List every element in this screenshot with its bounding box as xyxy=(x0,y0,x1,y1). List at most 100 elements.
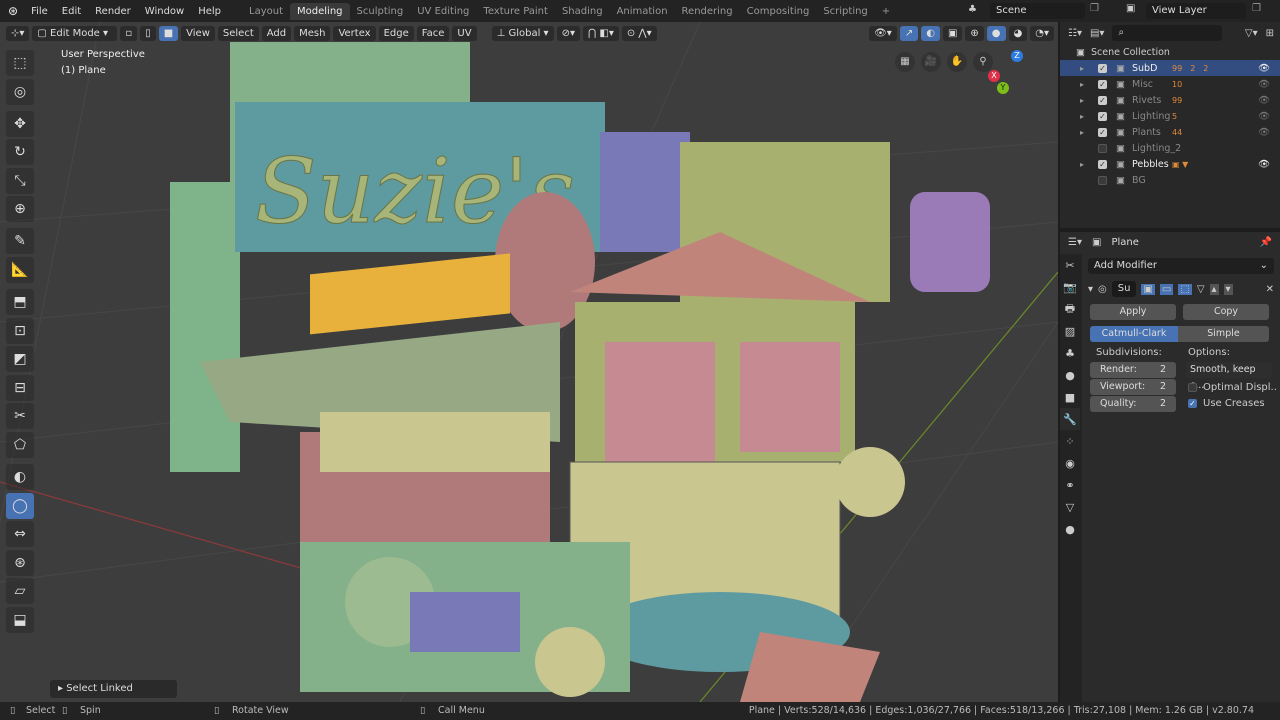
tab-sculpting[interactable]: Sculpting xyxy=(350,3,411,20)
menu-add[interactable]: Add xyxy=(261,25,292,41)
tool-cursor[interactable]: ◎ xyxy=(6,78,34,105)
tool-edge-slide[interactable]: ⇔ xyxy=(6,521,34,548)
xray-icon[interactable]: ▣ xyxy=(942,25,963,41)
3d-viewport[interactable]: Suzie's User Perspective (1) Plane Z X Y… xyxy=(0,22,1058,702)
menu-vertex[interactable]: Vertex xyxy=(333,25,376,41)
collapse-triangle-icon[interactable]: ▾ xyxy=(1088,284,1093,295)
tab-texture-paint[interactable]: Texture Paint xyxy=(476,3,555,20)
gizmo-y[interactable]: Y xyxy=(997,82,1009,94)
visibility-eye-icon[interactable]: 👁 xyxy=(1258,127,1270,138)
move-down-icon[interactable]: ▾ xyxy=(1223,283,1233,295)
exclude-checkbox[interactable]: ✓ xyxy=(1098,79,1107,89)
viewport-levels-field[interactable]: Viewport: 2 xyxy=(1090,379,1176,395)
menu-help[interactable]: Help xyxy=(191,6,228,17)
exclude-checkbox[interactable]: ✓ xyxy=(1098,95,1107,105)
simple-toggle[interactable]: Simple xyxy=(1178,326,1269,342)
tool-transform[interactable]: ⊕ xyxy=(6,196,34,223)
exclude-checkbox[interactable]: ✓ xyxy=(1098,111,1107,121)
face-select-mode[interactable]: ■ xyxy=(158,25,179,41)
collection-name[interactable]: Pebbles xyxy=(1132,159,1169,170)
quality-field[interactable]: Quality: 2 xyxy=(1090,396,1176,412)
outliner-search-input[interactable]: ⌕ xyxy=(1112,25,1223,41)
visibility-eye-icon[interactable]: 👁 xyxy=(1258,63,1270,74)
outliner-row-subd[interactable]: ▸ ✓ ▣ SubD 99 2 2 👁 xyxy=(1060,60,1280,76)
menu-edge[interactable]: Edge xyxy=(378,25,414,41)
menu-select[interactable]: Select xyxy=(217,25,259,41)
outliner-row-plants[interactable]: ▸ ✓ ▣ Plants 44 👁 xyxy=(1060,124,1280,140)
tab-modeling[interactable]: Modeling xyxy=(290,2,350,20)
display-mode-icon[interactable]: ▤▾ xyxy=(1090,28,1104,39)
render-tab-icon[interactable]: 📷 xyxy=(1060,276,1080,298)
expand-arrow-icon[interactable]: ▸ xyxy=(1080,128,1084,137)
show-viewport-icon[interactable]: ▭ xyxy=(1159,283,1174,295)
tool-measure[interactable]: 📐 xyxy=(6,256,34,283)
collection-name[interactable]: Rivets xyxy=(1132,95,1161,106)
view-layer-field[interactable]: View Layer xyxy=(1146,3,1246,19)
outliner-row-bg[interactable]: ▣ BG xyxy=(1060,172,1280,188)
move-up-icon[interactable]: ▴ xyxy=(1209,283,1219,295)
pivot-icon[interactable]: ⊘▾ xyxy=(556,25,580,41)
pan-hand-icon[interactable]: ✋ xyxy=(947,52,967,72)
material-tab-icon[interactable]: ● xyxy=(1060,518,1080,540)
tool-shrink-fatten[interactable]: ⊛ xyxy=(6,549,34,576)
data-tab-icon[interactable]: ▽ xyxy=(1060,496,1080,518)
outliner-row-lighting[interactable]: ▸ ✓ ▣ Lighting 5 👁 xyxy=(1060,108,1280,124)
tool-extrude[interactable]: ⬒ xyxy=(6,288,34,315)
particles-tab-icon[interactable]: ⁘ xyxy=(1060,430,1080,452)
navigation-gizmo[interactable]: Z X Y xyxy=(985,50,1045,110)
expand-arrow-icon[interactable]: ▸ xyxy=(1080,160,1084,169)
expand-arrow-icon[interactable]: ▸ xyxy=(1080,80,1084,89)
tool-rip-region[interactable]: ⬓ xyxy=(6,606,34,633)
orientation-dropdown[interactable]: ⊥ Global ▾ xyxy=(491,25,554,41)
expand-arrow-icon[interactable]: ▸ xyxy=(1080,96,1084,105)
outliner-row-pebbles[interactable]: ▸ ✓ ▣ Pebbles ▣ ▼ 👁 xyxy=(1060,156,1280,172)
add-workspace-button[interactable]: + xyxy=(875,3,897,20)
tool-move[interactable]: ✥ xyxy=(6,110,34,137)
exclude-checkbox[interactable]: ✓ xyxy=(1098,127,1107,137)
outliner-row-misc[interactable]: ▸ ✓ ▣ Misc 10 👁 xyxy=(1060,76,1280,92)
tab-uv-editing[interactable]: UV Editing xyxy=(410,3,476,20)
optimal-display-checkbox[interactable]: Optimal Displ.. xyxy=(1188,382,1277,393)
remove-modifier-icon[interactable]: ✕ xyxy=(1266,284,1274,295)
outliner-editor-icon[interactable]: ☷▾ xyxy=(1068,28,1082,39)
tool-inset[interactable]: ⊡ xyxy=(6,317,34,344)
tool-select-box[interactable]: ⬚ xyxy=(6,50,34,76)
tool-bevel[interactable]: ◩ xyxy=(6,346,34,373)
tab-rendering[interactable]: Rendering xyxy=(675,3,740,20)
tool-rotate[interactable]: ↻ xyxy=(6,139,34,166)
exclude-checkbox[interactable] xyxy=(1098,175,1107,185)
visibility-eye-icon[interactable]: 👁 xyxy=(1258,111,1270,122)
zoom-icon[interactable]: ⚲ xyxy=(973,52,993,72)
filter-icon[interactable]: ▽▾ xyxy=(1245,28,1258,39)
tool-annotate[interactable]: ✎ xyxy=(6,228,34,255)
shading-wireframe-icon[interactable]: ⊕ xyxy=(965,25,984,41)
snap-icon[interactable]: ⋂ ◧▾ xyxy=(582,25,619,41)
optimal-display-box[interactable] xyxy=(1188,383,1197,392)
menu-file[interactable]: File xyxy=(24,6,55,17)
collection-name[interactable]: Lighting xyxy=(1132,111,1170,122)
visibility-icon[interactable]: 👁▾ xyxy=(869,25,897,41)
tab-animation[interactable]: Animation xyxy=(610,3,675,20)
scene-icon[interactable]: ♣ xyxy=(968,4,977,15)
tool-scale[interactable]: ⤡ xyxy=(6,167,34,194)
tool-loop-cut[interactable]: ⊟ xyxy=(6,374,34,401)
pin-icon[interactable]: 📌 xyxy=(1260,237,1280,248)
show-on-cage-icon[interactable]: ▽ xyxy=(1197,284,1205,295)
world-tab-icon[interactable]: ● xyxy=(1060,364,1080,386)
menu-face[interactable]: Face xyxy=(416,25,450,41)
expand-arrow-icon[interactable]: ▸ xyxy=(1080,64,1084,73)
overlay-toggle-icon[interactable]: ◐ xyxy=(921,25,940,41)
tab-scripting[interactable]: Scripting xyxy=(816,3,874,20)
collection-name[interactable]: Misc xyxy=(1132,79,1153,90)
edge-select-mode[interactable]: ▯ xyxy=(140,25,156,41)
output-tab-icon[interactable]: 🖶 xyxy=(1060,298,1080,320)
shading-rendered-icon[interactable]: ◔▾ xyxy=(1030,25,1054,41)
shading-material-icon[interactable]: ◕ xyxy=(1008,25,1028,41)
menu-view[interactable]: View xyxy=(181,25,215,41)
modifier-tab-icon[interactable]: 🔧 xyxy=(1060,408,1080,430)
camera-view-icon[interactable]: 🎥 xyxy=(921,52,941,72)
modifier-name-field[interactable]: Su xyxy=(1111,281,1137,297)
view-layer-icon[interactable]: ▣ xyxy=(1126,3,1135,14)
menu-edit[interactable]: Edit xyxy=(55,6,88,17)
editor-type-icon[interactable]: ⊹▾ xyxy=(6,25,30,41)
